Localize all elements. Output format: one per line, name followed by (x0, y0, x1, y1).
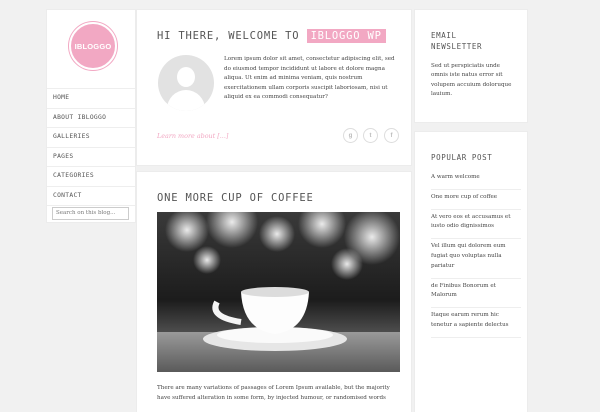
post-title-highlight: IBLOGGO WP (306, 29, 386, 43)
newsletter-widget: EMAIL NEWSLETTER Sed ut perspiciatis und… (415, 10, 527, 122)
popular-posts-widget: POPULAR POST A warm welcome One more cup… (415, 132, 527, 412)
author-avatar (158, 55, 214, 111)
nav-item-categories[interactable]: CATEGORIES (47, 167, 135, 187)
popular-item[interactable]: Vel illum qui dolorem eum fugiat quo vol… (431, 239, 521, 279)
coffee-cup-image[interactable] (157, 212, 400, 372)
search-input[interactable]: Search on this blog... (52, 207, 129, 220)
newsletter-text: Sed ut perspiciatis unde omnis iste natu… (431, 63, 512, 97)
left-sidebar: IBLOGGO HOME ABOUT IBLOGGO GALLERIES PAG… (47, 10, 135, 222)
nav-item-contact[interactable]: CONTACT (47, 187, 135, 206)
post-title[interactable]: HI THERE, WELCOME TO IBLOGGO WP (157, 29, 386, 43)
site-logo[interactable]: IBLOGGO (69, 22, 117, 70)
post-title-prefix: HI THERE, WELCOME TO (157, 30, 300, 42)
twitter-icon[interactable]: t (363, 128, 378, 143)
popular-item[interactable]: A warm welcome (431, 170, 521, 190)
post-excerpt: Lorem ipsum dolor sit amet, consectetur … (224, 56, 395, 101)
nav-item-home[interactable]: HOME (47, 89, 135, 109)
widget-title: POPULAR POST (431, 153, 493, 162)
nav-item-galleries[interactable]: GALLERIES (47, 128, 135, 148)
nav-item-about[interactable]: ABOUT IBLOGGO (47, 109, 135, 128)
post-welcome: HI THERE, WELCOME TO IBLOGGO WP Lorem ip… (137, 10, 411, 165)
popular-item[interactable]: Itaque earum rerum hic tenetur a sapient… (431, 308, 521, 338)
popular-item[interactable]: At vero eos et accusamus et iusto odio d… (431, 210, 521, 240)
logo-text: IBLOGGO (74, 41, 112, 51)
popular-item[interactable]: de Finibus Bonorum et Malorum (431, 279, 521, 309)
post-body: There are many variations of passages of… (157, 385, 390, 401)
post-title[interactable]: ONE MORE CUP OF COFFEE (157, 192, 314, 204)
post-coffee: ONE MORE CUP OF COFFEE There are many va… (137, 172, 411, 412)
nav-item-pages[interactable]: PAGES (47, 148, 135, 167)
main-nav: HOME ABOUT IBLOGGO GALLERIES PAGES CATEG… (47, 88, 135, 206)
read-more-link[interactable]: Learn more about [...] (157, 132, 228, 140)
google-plus-icon[interactable]: g (343, 128, 358, 143)
popular-list: A warm welcome One more cup of coffee At… (431, 170, 521, 338)
facebook-icon[interactable]: f (384, 128, 399, 143)
widget-title: EMAIL NEWSLETTER (431, 31, 483, 51)
popular-item[interactable]: One more cup of coffee (431, 190, 521, 210)
